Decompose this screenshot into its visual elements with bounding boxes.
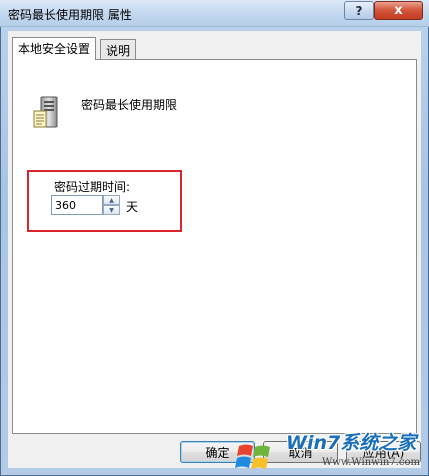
chevron-up-icon: ▲	[109, 196, 114, 204]
watermark-text: Win7系统之家	[286, 432, 417, 454]
password-expiry-days-input[interactable]	[51, 195, 103, 215]
policy-name: 密码最长使用期限	[81, 98, 178, 112]
help-icon: ?	[355, 3, 363, 18]
password-expiry-label: 密码过期时间:	[54, 180, 131, 194]
watermark-url: Www.Winwin7.com	[322, 457, 420, 468]
windows-flag-icon	[235, 444, 270, 469]
unit-label: 天	[126, 200, 139, 214]
dialog-client-area: 本地安全设置 说明 密码最长使用期限 密码过期时间: 360 ▲ ▼ 天 确定 …	[8, 31, 421, 468]
title-bar[interactable]: 密码最长使用期限 属性 ? x	[0, 0, 429, 27]
server-policy-icon	[33, 96, 58, 128]
tab-explain[interactable]: 说明	[100, 39, 137, 60]
tab-panel: 密码最长使用期限 密码过期时间: ▲ ▼ 天	[12, 59, 417, 434]
close-icon: x	[394, 3, 403, 18]
help-button[interactable]: ?	[344, 1, 374, 20]
tab-local-security-setting[interactable]: 本地安全设置	[12, 37, 97, 60]
tab-label: 说明	[106, 44, 131, 58]
spin-up-button[interactable]: ▲	[103, 195, 120, 205]
spin-down-button[interactable]: ▼	[103, 205, 120, 215]
window-title: 密码最长使用期限 属性	[8, 8, 132, 22]
close-button[interactable]: x	[374, 1, 423, 20]
chevron-down-icon: ▼	[109, 206, 114, 214]
tab-label: 本地安全设置	[18, 42, 91, 56]
